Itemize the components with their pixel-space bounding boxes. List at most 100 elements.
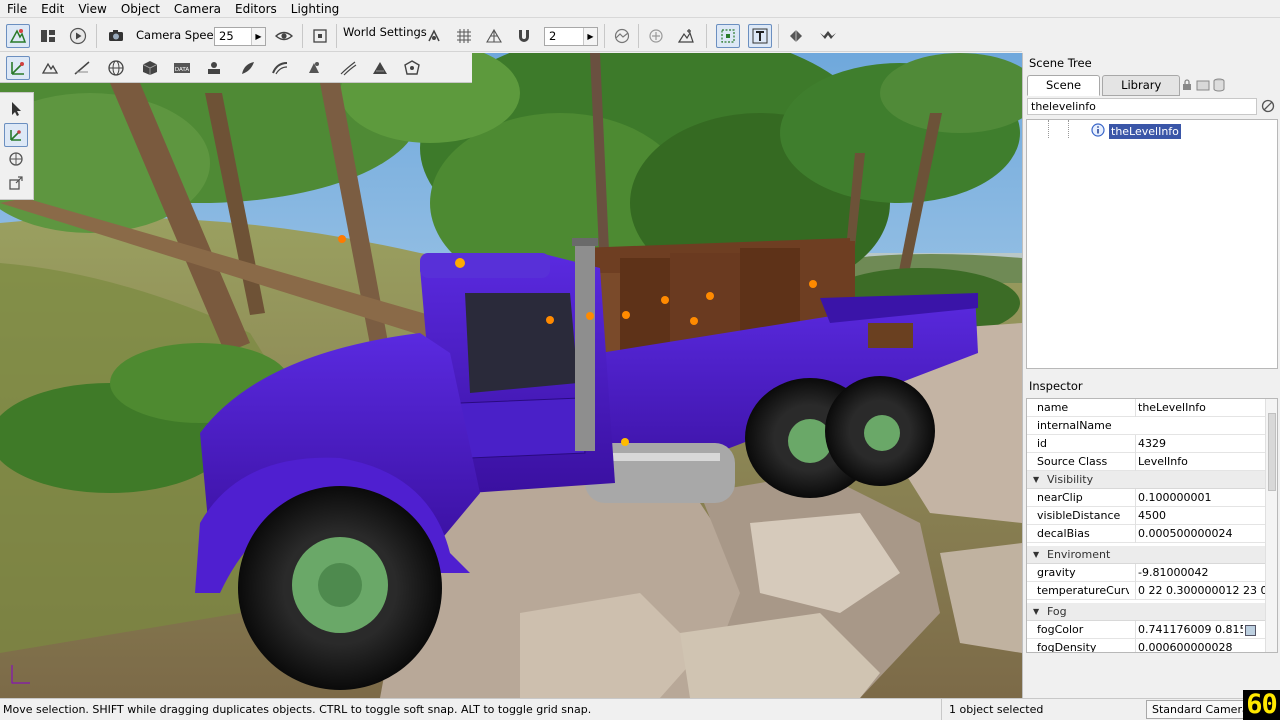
cube-editor-icon[interactable]: [138, 56, 162, 80]
rotate-gizmo-icon[interactable]: [4, 147, 28, 171]
snap-ground-icon[interactable]: [674, 24, 698, 48]
lock-icon[interactable]: [1181, 79, 1193, 94]
terrain-icon[interactable]: [610, 24, 634, 48]
inspector-row[interactable]: name theLevelInfo: [1027, 399, 1265, 417]
menu-edit[interactable]: Edit: [34, 0, 71, 18]
scene-tree[interactable]: theLevelInfo: [1026, 119, 1278, 369]
tab-scene[interactable]: Scene: [1027, 75, 1101, 96]
property-value[interactable]: 4329: [1135, 435, 1265, 453]
toolbar-separator: [302, 24, 303, 48]
grid-icon[interactable]: [452, 24, 476, 48]
database-icon[interactable]: [1213, 78, 1225, 95]
scene-render[interactable]: [0, 53, 1022, 698]
camera-icon[interactable]: [104, 24, 128, 48]
property-value[interactable]: 0.000600000028: [1135, 639, 1265, 652]
inspector-title: Inspector: [1029, 379, 1083, 393]
fps-counter: 60: [1243, 690, 1280, 720]
property-value[interactable]: theLevelInfo: [1135, 399, 1265, 417]
tree-icon[interactable]: [816, 24, 840, 48]
menu-camera[interactable]: Camera: [167, 0, 228, 18]
data-editor-icon[interactable]: DATA: [170, 56, 194, 80]
group-label: Fog: [1047, 605, 1067, 618]
property-value[interactable]: 0.741176009 0.815: [1135, 621, 1243, 639]
window-icon[interactable]: [1196, 79, 1210, 94]
chevron-right-icon[interactable]: ▶: [583, 28, 597, 45]
property-value[interactable]: LevelInfo: [1135, 453, 1265, 471]
scale-gizmo-icon[interactable]: [4, 171, 28, 195]
inspector-row[interactable]: temperatureCurveC 0 22 0.300000012 23 0.5: [1027, 582, 1265, 600]
inspector-row[interactable]: internalName: [1027, 417, 1265, 435]
terrain-editor-icon[interactable]: [38, 56, 62, 80]
property-value[interactable]: -9.81000042: [1135, 564, 1265, 582]
scene-viewport[interactable]: [0, 53, 1022, 698]
camera-mode-button[interactable]: Standard Camera: [1146, 700, 1255, 719]
chevron-right-icon[interactable]: ▶: [251, 28, 265, 45]
collapse-icon[interactable]: ▼: [1033, 546, 1039, 564]
menu-file[interactable]: File: [0, 0, 34, 18]
tree-node-levelinfo[interactable]: theLevelInfo: [1091, 122, 1181, 139]
inspector-scrollbar[interactable]: [1265, 399, 1277, 652]
sphere-editor-icon[interactable]: [104, 56, 128, 80]
camera-speed-input[interactable]: 25 ▶: [214, 27, 266, 46]
object-edit-icon[interactable]: [6, 24, 30, 48]
toolbar-separator: [96, 24, 97, 48]
collapse-icon[interactable]: ▼: [1033, 471, 1039, 489]
mesh-icon[interactable]: [482, 24, 506, 48]
play-icon[interactable]: [66, 24, 90, 48]
property-value[interactable]: 0.000500000024: [1135, 525, 1265, 543]
property-value[interactable]: 4500: [1135, 507, 1265, 525]
select-arrow-icon[interactable]: [4, 97, 28, 121]
scrollbar-thumb[interactable]: [1268, 413, 1276, 491]
group-fog[interactable]: ▼ Fog: [1027, 603, 1265, 621]
scene-search-input[interactable]: thelevelinfo: [1027, 98, 1257, 115]
clear-search-icon[interactable]: [1261, 99, 1275, 116]
decal-editor-icon[interactable]: [302, 56, 326, 80]
grid-size-input[interactable]: 2 ▶: [544, 27, 598, 46]
property-value[interactable]: 0.100000001: [1135, 489, 1265, 507]
collapse-icon[interactable]: ▼: [1033, 603, 1039, 621]
text-icon[interactable]: [748, 24, 772, 48]
camera-speed-label: Camera Speed: [136, 28, 221, 42]
magnet-icon[interactable]: [512, 24, 536, 48]
select-box-icon[interactable]: [716, 24, 740, 48]
forest-brush-icon[interactable]: [236, 56, 260, 80]
inspector-row[interactable]: decalBias 0.000500000024: [1027, 525, 1265, 543]
convex-editor-icon[interactable]: [400, 56, 424, 80]
center-icon[interactable]: [644, 24, 668, 48]
inspector-row[interactable]: id 4329: [1027, 435, 1265, 453]
inspector-row[interactable]: Source Class LevelInfo: [1027, 453, 1265, 471]
inspector-row[interactable]: nearClip 0.100000001: [1027, 489, 1265, 507]
property-value[interactable]: 0 22 0.300000012 23 0.5: [1135, 582, 1265, 600]
menu-bar: File Edit View Object Camera Editors Lig…: [0, 0, 1280, 18]
inspector-panel[interactable]: name theLevelInfo internalName id 4329 Sou…: [1026, 398, 1278, 653]
inspector-row[interactable]: visibleDistance 4500: [1027, 507, 1265, 525]
river-editor-icon[interactable]: [268, 56, 292, 80]
road-editor-icon[interactable]: [70, 56, 94, 80]
toolbar-separator: [336, 24, 337, 48]
inspector-row[interactable]: fogDensity 0.000600000028: [1027, 639, 1265, 652]
menu-object[interactable]: Object: [114, 0, 167, 18]
scene-tree-tabs: Scene Library: [1027, 75, 1182, 97]
object-editor-icon[interactable]: [6, 56, 30, 80]
color-swatch[interactable]: [1245, 625, 1256, 636]
inspector-row[interactable]: gravity -9.81000042: [1027, 564, 1265, 582]
snap-icon[interactable]: [308, 24, 332, 48]
mesh-road-icon[interactable]: [336, 56, 360, 80]
toolbar-separator: [706, 24, 707, 48]
group-environment[interactable]: ▼ Enviroment: [1027, 546, 1265, 564]
inspector-row[interactable]: fogColor 0.741176009 0.815: [1027, 621, 1265, 639]
menu-editors[interactable]: Editors: [228, 0, 284, 18]
menu-view[interactable]: View: [71, 0, 113, 18]
spawn-editor-icon[interactable]: [202, 56, 226, 80]
navmesh-icon[interactable]: [368, 56, 392, 80]
world-settings-icon[interactable]: [422, 24, 446, 48]
menu-lighting[interactable]: Lighting: [284, 0, 347, 18]
layout-icon[interactable]: [36, 24, 60, 48]
paint-icon[interactable]: [784, 24, 808, 48]
move-gizmo-icon[interactable]: [4, 123, 28, 147]
eye-icon[interactable]: [272, 24, 296, 48]
world-settings-label[interactable]: World Settings: [343, 25, 427, 39]
tab-library[interactable]: Library: [1102, 75, 1181, 96]
group-visibility[interactable]: ▼ Visibility: [1027, 471, 1265, 489]
tree-guide: [1068, 120, 1069, 138]
